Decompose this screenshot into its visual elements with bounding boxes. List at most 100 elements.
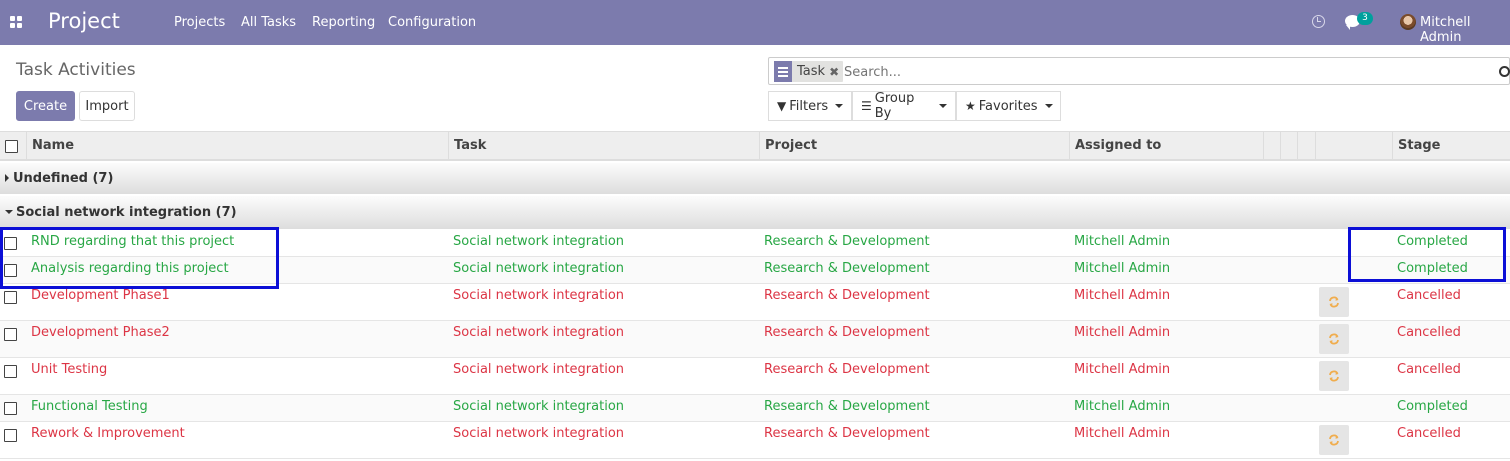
cell-stage: Completed	[1397, 261, 1468, 276]
star-icon: ★	[965, 99, 976, 113]
cell-name: Development Phase1	[31, 288, 170, 303]
row-checkbox[interactable]	[4, 429, 17, 442]
cell-assigned-to: Mitchell Admin	[1074, 362, 1171, 377]
page-title: Task Activities	[16, 60, 136, 80]
table-row[interactable]: Development Phase2 Social network integra…	[0, 321, 1510, 358]
row-checkbox[interactable]	[4, 264, 17, 277]
user-menu[interactable]: Mitchell Admin	[1420, 15, 1510, 45]
column-header-task[interactable]: Task	[448, 132, 761, 160]
table-header: Name Task Project Assigned to Stage	[0, 131, 1510, 161]
cell-task: Social network integration	[453, 234, 625, 249]
cell-assigned-to: Mitchell Admin	[1074, 288, 1171, 303]
cell-stage: Cancelled	[1397, 325, 1461, 340]
column-header-blank-3	[1297, 132, 1315, 160]
group-row-social-network-integration[interactable]: Social network integration (7)	[0, 196, 1510, 229]
refresh-button[interactable]	[1319, 361, 1349, 391]
cell-project: Research & Development	[764, 325, 930, 340]
table-row[interactable]: Development Phase1 Social network integra…	[0, 284, 1510, 321]
apps-menu-icon[interactable]	[10, 16, 23, 28]
menu-projects[interactable]: Projects	[174, 15, 225, 30]
table-row[interactable]: Functional Testing Social network integra…	[0, 395, 1510, 422]
activity-clock-icon[interactable]	[1312, 15, 1325, 28]
cell-project: Research & Development	[764, 261, 930, 276]
cell-name: Development Phase2	[31, 325, 170, 340]
group-label: Undefined (7)	[13, 171, 114, 186]
chevron-down-icon	[939, 104, 947, 108]
cell-assigned-to: Mitchell Admin	[1074, 325, 1171, 340]
cell-stage: Cancelled	[1397, 362, 1461, 377]
column-header-blank-2	[1280, 132, 1297, 160]
import-button[interactable]: Import	[79, 91, 135, 121]
cell-task: Social network integration	[453, 325, 625, 340]
list-icon: ☰	[861, 99, 872, 113]
group-by-facet-icon	[774, 61, 792, 82]
cell-task: Social network integration	[453, 288, 625, 303]
refresh-icon	[1329, 370, 1339, 382]
menu-configuration[interactable]: Configuration	[388, 15, 476, 30]
table-row[interactable]: RND regarding that this project Social ne…	[0, 230, 1510, 257]
cell-name: RND regarding that this project	[31, 234, 235, 249]
search-icon[interactable]	[1499, 66, 1510, 77]
column-header-name[interactable]: Name	[26, 132, 450, 160]
cell-stage: Cancelled	[1397, 288, 1461, 303]
favorites-dropdown[interactable]: ★ Favorites	[956, 91, 1061, 121]
refresh-button[interactable]	[1319, 324, 1349, 354]
cell-assigned-to: Mitchell Admin	[1074, 261, 1171, 276]
group-by-label: Group By	[874, 91, 915, 121]
cell-name: Rework & Improvement	[31, 426, 185, 441]
cell-project: Research & Development	[764, 399, 930, 414]
facet-label: Task	[797, 64, 826, 79]
column-header-assigned-to[interactable]: Assigned to	[1069, 132, 1263, 160]
column-header-project[interactable]: Project	[759, 132, 1070, 160]
search-input[interactable]	[844, 62, 1484, 82]
chevron-down-icon	[1044, 104, 1053, 108]
menu-all-tasks[interactable]: All Tasks	[241, 15, 296, 30]
cell-name: Unit Testing	[31, 362, 108, 377]
cell-name: Analysis regarding this project	[31, 261, 229, 276]
refresh-button[interactable]	[1319, 425, 1349, 455]
cell-name: Functional Testing	[31, 399, 148, 414]
cell-project: Research & Development	[764, 288, 930, 303]
row-checkbox[interactable]	[4, 237, 17, 250]
messaging-count-badge: 3	[1357, 12, 1373, 25]
search-facet: Task ✖	[774, 61, 844, 82]
row-checkbox[interactable]	[4, 365, 17, 378]
cell-assigned-to: Mitchell Admin	[1074, 399, 1171, 414]
favorites-label: Favorites	[978, 98, 1038, 114]
select-all-checkbox[interactable]	[5, 140, 18, 153]
filter-icon: ▼	[777, 99, 787, 113]
filters-dropdown[interactable]: ▼ Filters	[768, 91, 852, 121]
cell-task: Social network integration	[453, 362, 625, 377]
create-button[interactable]: Create	[16, 91, 75, 121]
cell-task: Social network integration	[453, 426, 625, 441]
remove-facet-icon[interactable]: ✖	[829, 65, 843, 79]
table-row[interactable]: Unit Testing Social network integration Re…	[0, 358, 1510, 395]
chevron-down-icon	[835, 104, 844, 108]
refresh-button[interactable]	[1319, 287, 1349, 317]
app-title: Project	[48, 9, 120, 33]
top-navbar: Project Projects All Tasks Reporting Con…	[0, 0, 1510, 45]
refresh-icon	[1329, 296, 1339, 308]
row-checkbox[interactable]	[4, 291, 17, 304]
table-row[interactable]: Rework & Improvement Social network integ…	[0, 422, 1510, 459]
user-avatar[interactable]	[1400, 14, 1416, 30]
cell-assigned-to: Mitchell Admin	[1074, 234, 1171, 249]
table-row[interactable]: Analysis regarding this project Social ne…	[0, 257, 1510, 284]
search-bar: Task ✖	[768, 57, 1510, 85]
row-checkbox[interactable]	[4, 402, 17, 415]
cell-stage: Completed	[1397, 399, 1468, 414]
refresh-icon	[1329, 434, 1339, 446]
cell-stage: Completed	[1397, 234, 1468, 249]
column-header-stage[interactable]: Stage	[1392, 132, 1510, 160]
cell-project: Research & Development	[764, 426, 930, 441]
filters-label: Filters	[789, 98, 829, 114]
row-checkbox[interactable]	[4, 328, 17, 341]
caret-down-icon	[5, 210, 13, 214]
group-label: Social network integration (7)	[16, 205, 237, 220]
group-row-undefined[interactable]: Undefined (7)	[0, 163, 1510, 194]
cell-assigned-to: Mitchell Admin	[1074, 426, 1171, 441]
cell-task: Social network integration	[453, 261, 625, 276]
group-by-dropdown[interactable]: ☰ Group By	[852, 91, 956, 121]
menu-reporting[interactable]: Reporting	[312, 15, 375, 30]
caret-right-icon	[5, 174, 9, 182]
